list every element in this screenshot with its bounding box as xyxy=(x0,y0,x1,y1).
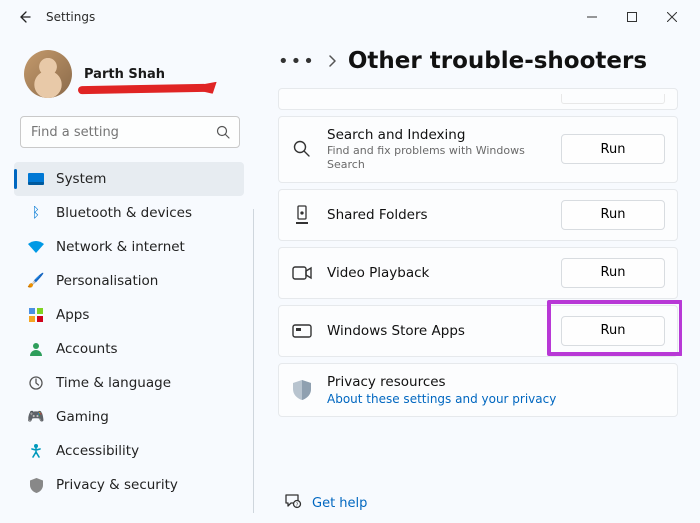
card-title: Shared Folders xyxy=(327,207,547,223)
app-title: Settings xyxy=(46,10,95,24)
sidebar-item-privacy[interactable]: Privacy & security xyxy=(14,468,244,502)
run-button[interactable]: Run xyxy=(561,200,665,230)
sidebar-divider xyxy=(253,209,254,513)
apps-icon xyxy=(28,307,44,323)
card-title: Search and Indexing xyxy=(327,127,547,143)
sidebar-item-label: Bluetooth & devices xyxy=(56,205,192,221)
sidebar-item-personalisation[interactable]: 🖌️ Personalisation xyxy=(14,264,244,298)
troubleshooter-card-shared: Shared Folders Run xyxy=(278,189,678,241)
get-help-label: Get help xyxy=(312,496,367,511)
close-button[interactable] xyxy=(652,2,692,32)
sidebar-item-label: Privacy & security xyxy=(56,477,178,493)
video-icon xyxy=(291,266,313,280)
run-button[interactable]: Run xyxy=(561,258,665,288)
sidebar-item-label: Time & language xyxy=(56,375,171,391)
sidebar-item-gaming[interactable]: 🎮 Gaming xyxy=(14,400,244,434)
troubleshooter-card-store: Windows Store Apps Run xyxy=(278,305,678,357)
gaming-icon: 🎮 xyxy=(28,409,44,425)
person-icon xyxy=(28,341,44,357)
card-title: Privacy resources xyxy=(327,374,665,390)
svg-text:?: ? xyxy=(296,503,299,509)
card-title: Video Playback xyxy=(327,265,547,281)
privacy-shield-icon xyxy=(291,380,313,400)
avatar xyxy=(24,50,72,98)
sidebar-item-label: Accounts xyxy=(56,341,118,357)
profile-section[interactable]: Parth Shah xyxy=(14,42,246,112)
sidebar-item-label: Gaming xyxy=(56,409,109,425)
privacy-link[interactable]: About these settings and your privacy xyxy=(327,392,665,406)
maximize-button[interactable] xyxy=(612,2,652,32)
card-subtitle: Find and fix problems with Windows Searc… xyxy=(327,144,547,172)
sidebar-item-time[interactable]: Time & language xyxy=(14,366,244,400)
troubleshooter-card-search: Search and Indexing Find and fix problem… xyxy=(278,116,678,183)
clock-icon xyxy=(28,375,44,391)
troubleshooter-card-video: Video Playback Run xyxy=(278,247,678,299)
privacy-card: Privacy resources About these settings a… xyxy=(278,363,678,417)
back-button[interactable] xyxy=(16,9,32,25)
get-help-link[interactable]: ? Get help xyxy=(278,483,682,517)
troubleshooter-card-partial xyxy=(278,88,678,110)
accessibility-icon xyxy=(28,443,44,459)
sidebar-item-system[interactable]: System xyxy=(14,162,244,196)
sidebar-item-apps[interactable]: Apps xyxy=(14,298,244,332)
run-button[interactable]: Run xyxy=(561,134,665,164)
sidebar-item-label: Network & internet xyxy=(56,239,185,255)
search-icon xyxy=(215,124,231,144)
shared-folders-icon xyxy=(291,205,313,225)
minimize-button[interactable] xyxy=(572,2,612,32)
card-title: Windows Store Apps xyxy=(327,323,547,339)
page-title: Other trouble-shooters xyxy=(348,48,647,74)
search-field[interactable] xyxy=(31,125,209,140)
breadcrumb-more[interactable]: ••• xyxy=(278,51,316,72)
wifi-icon xyxy=(28,239,44,255)
sidebar-item-label: Personalisation xyxy=(56,273,158,289)
bluetooth-icon: ᛒ xyxy=(28,205,44,221)
sidebar-item-label: Accessibility xyxy=(56,443,139,459)
sidebar-item-bluetooth[interactable]: ᛒ Bluetooth & devices xyxy=(14,196,244,230)
sidebar-item-accounts[interactable]: Accounts xyxy=(14,332,244,366)
sidebar-item-label: Apps xyxy=(56,307,89,323)
chevron-right-icon xyxy=(328,52,336,71)
help-icon: ? xyxy=(284,493,302,513)
run-button-highlighted[interactable]: Run xyxy=(561,316,665,346)
sidebar-item-label: System xyxy=(56,171,106,187)
search-input[interactable] xyxy=(20,116,240,148)
store-apps-icon xyxy=(291,324,313,338)
search-indexing-icon xyxy=(291,139,313,159)
sidebar-item-network[interactable]: Network & internet xyxy=(14,230,244,264)
shield-icon xyxy=(28,477,44,493)
brush-icon: 🖌️ xyxy=(28,273,44,289)
profile-name: Parth Shah xyxy=(84,67,165,82)
redaction-mark xyxy=(78,83,208,93)
sidebar-item-accessibility[interactable]: Accessibility xyxy=(14,434,244,468)
system-icon xyxy=(28,171,44,187)
